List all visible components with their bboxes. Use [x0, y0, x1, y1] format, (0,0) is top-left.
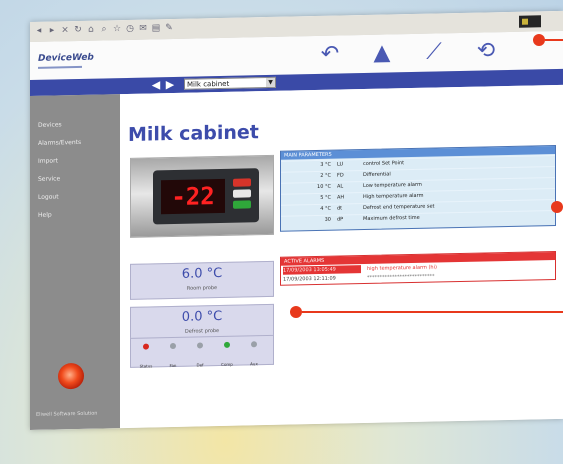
sidebar-item-import[interactable]: Import: [38, 157, 58, 164]
chevron-down-icon: ▼: [266, 77, 275, 88]
indicator-label: Aux: [250, 361, 258, 367]
room-probe-label: Room probe: [186, 285, 218, 292]
param-code: AH: [337, 194, 345, 201]
param-code: FD: [337, 172, 344, 179]
active-alarms-table: ACTIVE ALARMS 17/09/2003 13:05:49 high t…: [280, 250, 556, 286]
param-code: dP: [337, 216, 344, 223]
param-value: 5 °C: [320, 194, 331, 201]
sidebar-item-alarms-events[interactable]: Alarms/Events: [38, 139, 81, 147]
callout-marker-icon: [551, 201, 563, 213]
param-description: Differential: [363, 171, 391, 179]
windows-logo-icon: [519, 15, 541, 28]
logo: DeviceWeb: [38, 49, 94, 69]
mail-icon[interactable]: ✉: [138, 23, 148, 35]
indicator-label: Fan: [169, 362, 177, 369]
room-probe-panel: 6.0 °C Room probe: [130, 260, 274, 300]
param-value: 3 °C: [320, 161, 331, 168]
sidebar: Devices Alarms/Events Import Service Log…: [30, 94, 120, 430]
indicator-label: Def: [196, 362, 204, 368]
controller-image: -22: [130, 154, 274, 238]
sidebar-item-logout[interactable]: Logout: [38, 193, 59, 200]
indicator-label: Status: [139, 363, 153, 369]
callout-marker-icon: [533, 34, 545, 46]
indicator-dot: [224, 341, 230, 348]
page-title: Milk cabinet: [128, 121, 259, 146]
indicator-aux: Aux: [243, 341, 265, 369]
sidebar-item-help[interactable]: Help: [38, 212, 52, 219]
edit-icon[interactable]: ✎: [164, 22, 174, 34]
param-code: dt: [337, 205, 343, 212]
app-screen: ◂ ▸ × ↻ ⌂ ⌕ ☆ ◷ ✉ ▤ ✎ DeviceWeb ↶ ▲ ⟋ ⟲ …: [30, 10, 563, 431]
defrost-probe-value: 0.0 °C: [181, 308, 223, 325]
param-description: High temperature alarm: [363, 192, 424, 201]
indicator-label: Comp: [221, 361, 233, 367]
callout-marker-icon: [290, 306, 302, 318]
graph-icon[interactable]: ⟋: [418, 39, 450, 66]
print-icon[interactable]: ▤: [151, 22, 161, 34]
history-icon[interactable]: ◷: [125, 23, 135, 35]
restore-icon[interactable]: ⟲: [470, 38, 502, 65]
controller-keys: [233, 178, 251, 212]
param-code: AL: [337, 183, 344, 190]
next-device-icon[interactable]: ▶: [164, 78, 176, 91]
alarm-message: ***************************: [367, 273, 435, 281]
footer-brand: Eliwell Software Solution: [36, 410, 98, 418]
refresh-icon[interactable]: ↻: [73, 24, 83, 36]
indicator-dot: [197, 342, 203, 349]
param-description: Defrost end temperature set: [363, 203, 435, 212]
room-probe-value: 6.0 °C: [181, 265, 223, 282]
indicator-comp: Comp: [216, 341, 238, 370]
alarm-led-icon: [58, 362, 84, 390]
param-value: 2 °C: [320, 172, 331, 179]
forward-icon[interactable]: ▸: [47, 24, 57, 36]
controller-body: -22: [153, 168, 259, 225]
indicator-def: Def: [189, 342, 211, 370]
indicator-status: Status: [135, 343, 157, 371]
param-value: 10 °C: [317, 183, 331, 190]
controller-display: -22: [161, 178, 225, 215]
sidebar-item-devices[interactable]: Devices: [38, 121, 62, 128]
indicator-dot: [170, 342, 176, 350]
main-parameters-table: MAIN PARAMETERS 3 °C LU control Set Poin…: [280, 144, 556, 232]
param-description: control Set Point: [363, 160, 405, 168]
favorites-icon[interactable]: ☆: [112, 23, 122, 35]
callout-line: [545, 39, 563, 41]
indicator-dot: [251, 341, 257, 348]
alarm-time: 17/09/2003 13:05:49: [283, 265, 361, 275]
back-icon[interactable]: ◂: [34, 25, 44, 37]
prev-device-icon[interactable]: ◀: [150, 78, 162, 91]
status-indicators: Status Fan Def Comp Aux: [130, 334, 274, 371]
param-description: Low temperature alarm: [363, 181, 422, 190]
device-select[interactable]: Milk cabinet ▼: [184, 76, 276, 90]
sidebar-item-service[interactable]: Service: [38, 175, 60, 182]
param-description: Maximum defrost time: [363, 214, 420, 223]
undo-icon[interactable]: ↶: [314, 41, 346, 68]
alarm-time: 17/09/2003 12:11:09: [283, 275, 336, 283]
stop-icon[interactable]: ×: [60, 24, 70, 36]
param-value: 4 °C: [320, 205, 331, 212]
indicator-dot: [143, 343, 149, 350]
callout-line: [302, 311, 563, 313]
home-icon[interactable]: ⌂: [86, 24, 96, 36]
param-code: LU: [337, 161, 344, 168]
param-value: 30: [324, 216, 331, 223]
indicator-fan: Fan: [162, 342, 184, 371]
search-icon[interactable]: ⌕: [99, 23, 109, 35]
main-content: Milk cabinet -22 6.0 °C Room probe 0.0 °…: [120, 84, 563, 429]
device-select-value: Milk cabinet: [187, 79, 230, 89]
bell-icon[interactable]: ▲: [366, 40, 398, 67]
